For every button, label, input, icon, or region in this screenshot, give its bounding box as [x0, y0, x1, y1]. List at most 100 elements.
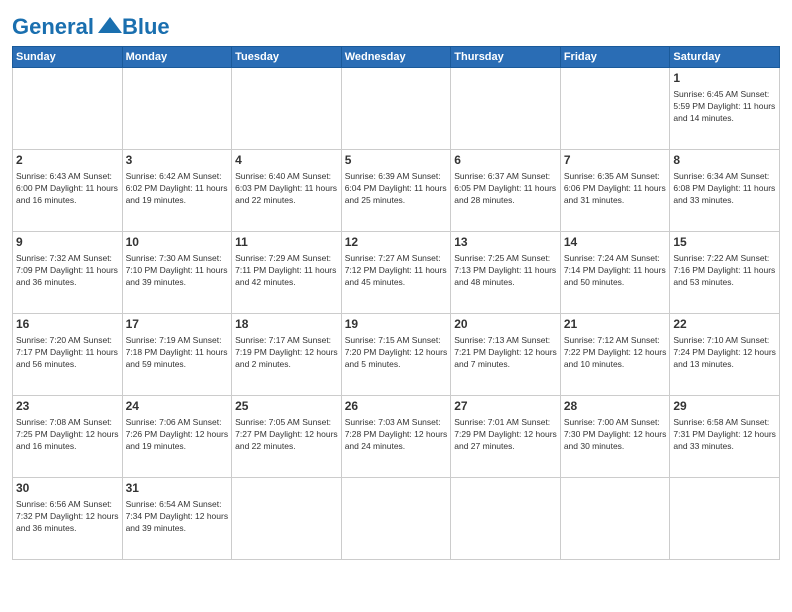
day-number: 25: [235, 398, 338, 415]
calendar-cell: 16Sunrise: 7:20 AM Sunset: 7:17 PM Dayli…: [13, 314, 123, 396]
logo: General Blue: [12, 14, 170, 40]
calendar-cell: 19Sunrise: 7:15 AM Sunset: 7:20 PM Dayli…: [341, 314, 451, 396]
cell-content: Sunrise: 7:13 AM Sunset: 7:21 PM Dayligh…: [454, 334, 557, 371]
day-number: 4: [235, 152, 338, 169]
calendar-cell: [560, 478, 670, 560]
calendar-page: General Blue SundayMondayTuesdayWednesda…: [0, 0, 792, 612]
day-number: 3: [126, 152, 229, 169]
calendar-cell: 25Sunrise: 7:05 AM Sunset: 7:27 PM Dayli…: [232, 396, 342, 478]
calendar-cell: 29Sunrise: 6:58 AM Sunset: 7:31 PM Dayli…: [670, 396, 780, 478]
cell-content: Sunrise: 6:45 AM Sunset: 5:59 PM Dayligh…: [673, 88, 776, 125]
calendar-cell: 24Sunrise: 7:06 AM Sunset: 7:26 PM Dayli…: [122, 396, 232, 478]
weekday-monday: Monday: [122, 47, 232, 68]
calendar-cell: 3Sunrise: 6:42 AM Sunset: 6:02 PM Daylig…: [122, 150, 232, 232]
calendar-cell: 10Sunrise: 7:30 AM Sunset: 7:10 PM Dayli…: [122, 232, 232, 314]
day-number: 16: [16, 316, 119, 333]
day-number: 2: [16, 152, 119, 169]
page-header: General Blue: [12, 10, 780, 40]
calendar-cell: [341, 68, 451, 150]
day-number: 21: [564, 316, 667, 333]
calendar-cell: 12Sunrise: 7:27 AM Sunset: 7:12 PM Dayli…: [341, 232, 451, 314]
calendar-cell: 26Sunrise: 7:03 AM Sunset: 7:28 PM Dayli…: [341, 396, 451, 478]
day-number: 24: [126, 398, 229, 415]
cell-content: Sunrise: 7:27 AM Sunset: 7:12 PM Dayligh…: [345, 252, 448, 289]
logo-icon: [96, 15, 124, 37]
cell-content: Sunrise: 6:54 AM Sunset: 7:34 PM Dayligh…: [126, 498, 229, 535]
day-number: 30: [16, 480, 119, 497]
cell-content: Sunrise: 7:19 AM Sunset: 7:18 PM Dayligh…: [126, 334, 229, 371]
day-number: 8: [673, 152, 776, 169]
day-number: 23: [16, 398, 119, 415]
cell-content: Sunrise: 6:40 AM Sunset: 6:03 PM Dayligh…: [235, 170, 338, 207]
calendar-cell: 22Sunrise: 7:10 AM Sunset: 7:24 PM Dayli…: [670, 314, 780, 396]
day-number: 1: [673, 70, 776, 87]
calendar-cell: 30Sunrise: 6:56 AM Sunset: 7:32 PM Dayli…: [13, 478, 123, 560]
cell-content: Sunrise: 6:58 AM Sunset: 7:31 PM Dayligh…: [673, 416, 776, 453]
calendar-cell: [13, 68, 123, 150]
day-number: 22: [673, 316, 776, 333]
calendar-cell: 1Sunrise: 6:45 AM Sunset: 5:59 PM Daylig…: [670, 68, 780, 150]
weekday-saturday: Saturday: [670, 47, 780, 68]
cell-content: Sunrise: 7:32 AM Sunset: 7:09 PM Dayligh…: [16, 252, 119, 289]
cell-content: Sunrise: 7:01 AM Sunset: 7:29 PM Dayligh…: [454, 416, 557, 453]
calendar-table: SundayMondayTuesdayWednesdayThursdayFrid…: [12, 46, 780, 560]
day-number: 26: [345, 398, 448, 415]
day-number: 17: [126, 316, 229, 333]
weekday-thursday: Thursday: [451, 47, 561, 68]
calendar-cell: [670, 478, 780, 560]
cell-content: Sunrise: 6:56 AM Sunset: 7:32 PM Dayligh…: [16, 498, 119, 535]
calendar-cell: 18Sunrise: 7:17 AM Sunset: 7:19 PM Dayli…: [232, 314, 342, 396]
week-row-2: 2Sunrise: 6:43 AM Sunset: 6:00 PM Daylig…: [13, 150, 780, 232]
cell-content: Sunrise: 6:43 AM Sunset: 6:00 PM Dayligh…: [16, 170, 119, 207]
calendar-cell: [451, 478, 561, 560]
day-number: 5: [345, 152, 448, 169]
day-number: 7: [564, 152, 667, 169]
day-number: 27: [454, 398, 557, 415]
cell-content: Sunrise: 7:25 AM Sunset: 7:13 PM Dayligh…: [454, 252, 557, 289]
weekday-header-row: SundayMondayTuesdayWednesdayThursdayFrid…: [13, 47, 780, 68]
calendar-cell: 14Sunrise: 7:24 AM Sunset: 7:14 PM Dayli…: [560, 232, 670, 314]
calendar-cell: 11Sunrise: 7:29 AM Sunset: 7:11 PM Dayli…: [232, 232, 342, 314]
calendar-cell: [232, 68, 342, 150]
cell-content: Sunrise: 6:34 AM Sunset: 6:08 PM Dayligh…: [673, 170, 776, 207]
logo-blue: Blue: [122, 14, 170, 40]
calendar-cell: [341, 478, 451, 560]
day-number: 14: [564, 234, 667, 251]
weekday-friday: Friday: [560, 47, 670, 68]
weekday-sunday: Sunday: [13, 47, 123, 68]
cell-content: Sunrise: 6:35 AM Sunset: 6:06 PM Dayligh…: [564, 170, 667, 207]
day-number: 29: [673, 398, 776, 415]
cell-content: Sunrise: 7:30 AM Sunset: 7:10 PM Dayligh…: [126, 252, 229, 289]
cell-content: Sunrise: 6:37 AM Sunset: 6:05 PM Dayligh…: [454, 170, 557, 207]
day-number: 9: [16, 234, 119, 251]
calendar-cell: 2Sunrise: 6:43 AM Sunset: 6:00 PM Daylig…: [13, 150, 123, 232]
calendar-cell: 6Sunrise: 6:37 AM Sunset: 6:05 PM Daylig…: [451, 150, 561, 232]
day-number: 18: [235, 316, 338, 333]
cell-content: Sunrise: 7:05 AM Sunset: 7:27 PM Dayligh…: [235, 416, 338, 453]
day-number: 15: [673, 234, 776, 251]
logo-general: General: [12, 14, 94, 39]
day-number: 19: [345, 316, 448, 333]
calendar-cell: 20Sunrise: 7:13 AM Sunset: 7:21 PM Dayli…: [451, 314, 561, 396]
day-number: 20: [454, 316, 557, 333]
weekday-wednesday: Wednesday: [341, 47, 451, 68]
cell-content: Sunrise: 7:10 AM Sunset: 7:24 PM Dayligh…: [673, 334, 776, 371]
calendar-cell: 4Sunrise: 6:40 AM Sunset: 6:03 PM Daylig…: [232, 150, 342, 232]
day-number: 11: [235, 234, 338, 251]
cell-content: Sunrise: 7:03 AM Sunset: 7:28 PM Dayligh…: [345, 416, 448, 453]
cell-content: Sunrise: 7:12 AM Sunset: 7:22 PM Dayligh…: [564, 334, 667, 371]
cell-content: Sunrise: 7:08 AM Sunset: 7:25 PM Dayligh…: [16, 416, 119, 453]
cell-content: Sunrise: 6:42 AM Sunset: 6:02 PM Dayligh…: [126, 170, 229, 207]
calendar-cell: [451, 68, 561, 150]
calendar-cell: 9Sunrise: 7:32 AM Sunset: 7:09 PM Daylig…: [13, 232, 123, 314]
cell-content: Sunrise: 7:17 AM Sunset: 7:19 PM Dayligh…: [235, 334, 338, 371]
calendar-cell: 5Sunrise: 6:39 AM Sunset: 6:04 PM Daylig…: [341, 150, 451, 232]
cell-content: Sunrise: 7:22 AM Sunset: 7:16 PM Dayligh…: [673, 252, 776, 289]
cell-content: Sunrise: 7:06 AM Sunset: 7:26 PM Dayligh…: [126, 416, 229, 453]
calendar-cell: [232, 478, 342, 560]
calendar-cell: 13Sunrise: 7:25 AM Sunset: 7:13 PM Dayli…: [451, 232, 561, 314]
week-row-6: 30Sunrise: 6:56 AM Sunset: 7:32 PM Dayli…: [13, 478, 780, 560]
calendar-cell: 21Sunrise: 7:12 AM Sunset: 7:22 PM Dayli…: [560, 314, 670, 396]
day-number: 10: [126, 234, 229, 251]
cell-content: Sunrise: 7:20 AM Sunset: 7:17 PM Dayligh…: [16, 334, 119, 371]
